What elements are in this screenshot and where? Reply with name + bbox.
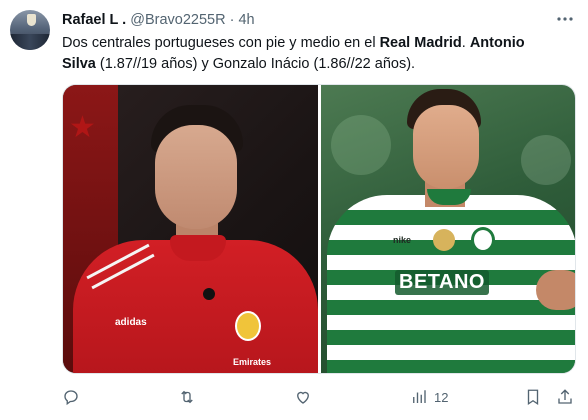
background-bokeh	[521, 135, 571, 185]
tweet-media: ★ adidas Emirates nike BETANO	[62, 84, 576, 374]
star-icon: ★	[69, 111, 96, 144]
heart-icon	[297, 391, 309, 404]
views-count: 12	[434, 389, 449, 405]
author-handle[interactable]: @Bravo2255R	[130, 12, 225, 28]
retweet-icon	[181, 390, 193, 404]
header-separator: ·	[229, 12, 235, 28]
club-crest-icon	[471, 227, 495, 253]
views-button[interactable]: 12	[410, 386, 448, 408]
jersey-sponsor: BETANO	[395, 270, 489, 295]
tweet-text: Dos centrales portugueses con pie y medi…	[62, 33, 562, 75]
tweet: Rafael L . @Bravo2255R · 4h Dos centrale…	[0, 0, 588, 420]
jersey-brand: nike	[393, 235, 412, 245]
jersey-brand: adidas	[115, 317, 147, 328]
views-icon	[413, 390, 426, 403]
retweet-button[interactable]	[178, 386, 196, 408]
media-image-right[interactable]: nike BETANO	[321, 85, 575, 373]
share-icon	[558, 389, 572, 404]
player-face	[155, 125, 237, 229]
reply-icon	[64, 390, 78, 406]
jacket-collar	[170, 235, 226, 261]
jersey-sponsor: Emirates	[233, 357, 272, 367]
tweet-time[interactable]: 4h	[238, 12, 254, 28]
author-name[interactable]: Rafael L .	[62, 12, 126, 28]
bookmark-icon	[527, 389, 539, 406]
tweet-header: Rafael L . @Bravo2255R · 4h	[62, 11, 255, 29]
avatar-crest	[27, 14, 36, 26]
more-horizontal-icon	[557, 17, 573, 21]
like-button[interactable]	[294, 386, 312, 408]
tweet-text-part1: Dos centrales portugueses con pie y medi…	[62, 35, 380, 51]
media-image-left[interactable]: ★ adidas Emirates	[63, 85, 318, 373]
tweet-actions: 12	[62, 386, 576, 408]
club-crest-icon	[235, 311, 261, 341]
tweet-text-part3: (1.87//19 años) y Gonzalo Inácio (1.86//…	[95, 56, 416, 72]
tweet-text-part2: .	[461, 35, 470, 51]
avatar-background	[10, 34, 50, 50]
reply-button[interactable]	[62, 386, 80, 408]
more-options-button[interactable]	[554, 8, 576, 30]
tweet-text-club: Real Madrid	[379, 35, 462, 51]
bookmark-button[interactable]	[524, 386, 542, 408]
avatar[interactable]	[10, 10, 50, 50]
share-button[interactable]	[556, 386, 574, 408]
champion-badge-icon	[433, 229, 455, 251]
player-face	[413, 105, 479, 189]
player-arm	[536, 270, 575, 310]
lapel-mic-icon	[203, 288, 215, 300]
background-bokeh	[331, 115, 391, 175]
